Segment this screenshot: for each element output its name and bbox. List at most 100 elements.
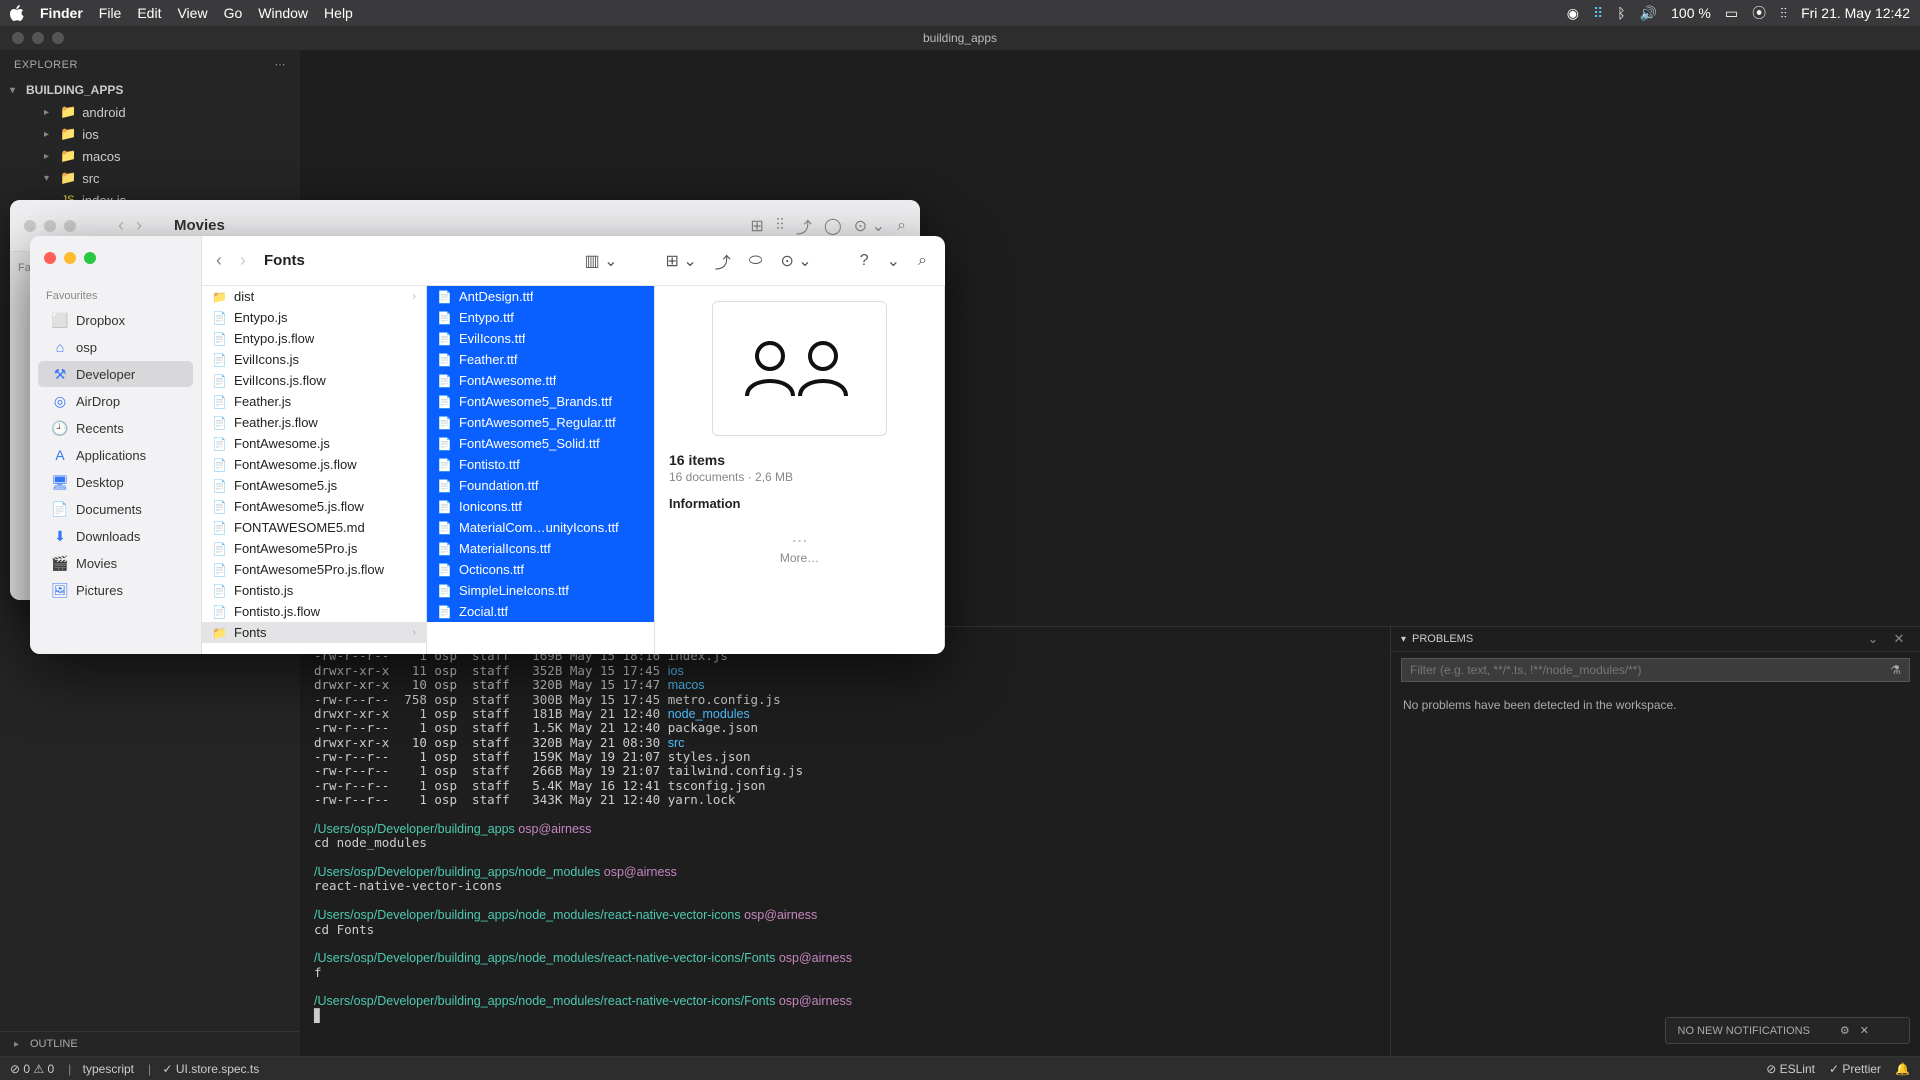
window-traffic-lights[interactable] [12,32,64,44]
menubar-status-icon[interactable]: ⠿ [1593,5,1603,22]
close-button[interactable] [44,252,56,264]
notification-toast[interactable]: NO NEW NOTIFICATIONS ⚙ ✕ [1665,1017,1911,1044]
control-center-icon[interactable]: ⫶⫶ [1780,5,1787,22]
column-folder[interactable]: 📁Fonts› [202,622,426,643]
status-prettier[interactable]: ✓ Prettier [1829,1062,1881,1076]
column-folder[interactable]: 📁dist› [202,286,426,307]
tree-folder[interactable]: ▸📁macos [10,145,300,167]
problems-filter-input[interactable]: Filter (e.g. text, **/*.ts, !**/node_mod… [1410,663,1641,677]
status-test-file[interactable]: | ✓ UI.store.spec.ts [148,1062,259,1076]
column-file[interactable]: 📄EvilIcons.js [202,349,426,370]
column-file-selected[interactable]: 📄AntDesign.ttf [427,286,654,307]
filter-icon[interactable]: ⚗ [1890,663,1901,677]
zoom-button[interactable] [84,252,96,264]
explorer-more-icon[interactable]: ⋯ [275,58,287,71]
sidebar-item-downloads[interactable]: ⬇Downloads [38,523,193,549]
tree-folder[interactable]: ▸📁ios [10,123,300,145]
column-file[interactable]: 📄Entypo.js.flow [202,328,426,349]
column-file[interactable]: 📄EvilIcons.js.flow [202,370,426,391]
view-columns-icon[interactable]: ▥ ⌄ [581,249,622,273]
column-file-selected[interactable]: 📄Octicons.ttf [427,559,654,580]
tree-folder[interactable]: ▸📁android [10,101,300,123]
column-file-selected[interactable]: 📄Ionicons.ttf [427,496,654,517]
menubar-app-name[interactable]: Finder [40,5,83,21]
sidebar-item-applications[interactable]: AApplications [38,442,193,468]
column-file-selected[interactable]: 📄FontAwesome.ttf [427,370,654,391]
dropdown-icon[interactable]: ⌄ [883,249,904,273]
nav-back-icon[interactable]: ‹ [216,250,222,271]
column-file[interactable]: 📄FontAwesome.js [202,433,426,454]
menubar-status-icon[interactable]: ◉ [1567,5,1579,22]
menu-go[interactable]: Go [224,5,243,21]
column-file-selected[interactable]: 📄FontAwesome5_Brands.ttf [427,391,654,412]
panel-collapse-icon[interactable]: ⌄ [1864,631,1882,649]
tag-icon[interactable]: ⬭ [745,250,767,272]
column-file-selected[interactable]: 📄MaterialIcons.ttf [427,538,654,559]
sidebar-item-desktop[interactable]: 🖥Desktop [38,469,193,495]
column-file[interactable]: 📄FontAwesome.js.flow [202,454,426,475]
finder-window-fonts[interactable]: Favourites ⬜Dropbox⌂osp⚒Developer◎AirDro… [30,236,945,654]
menu-file[interactable]: File [99,5,122,21]
volume-icon[interactable]: 🔊 [1640,5,1657,22]
minimize-button[interactable] [64,252,76,264]
search-icon[interactable]: ⌕ [914,250,931,272]
share-icon[interactable]: ⤴ [711,247,735,275]
menu-help[interactable]: Help [324,5,353,21]
column-file-selected[interactable]: 📄Feather.ttf [427,349,654,370]
view-group-icon[interactable]: ⊞ ⌄ [662,249,701,273]
column-file[interactable]: 📄Fontisto.js.flow [202,601,426,622]
column-file[interactable]: 📄Feather.js.flow [202,412,426,433]
column-file-selected[interactable]: 📄Foundation.ttf [427,475,654,496]
status-language[interactable]: | typescript [68,1062,134,1076]
column-file[interactable]: 📄Fontisto.js [202,580,426,601]
sidebar-item-airdrop[interactable]: ◎AirDrop [38,388,193,414]
column-file[interactable]: 📄Feather.js [202,391,426,412]
panel-close-icon[interactable]: ✕ [1890,631,1908,649]
sidebar-item-developer[interactable]: ⚒Developer [38,361,193,387]
menu-view[interactable]: View [177,5,207,21]
status-errors[interactable]: ⊘ 0 ⚠ 0 [10,1062,54,1076]
column-file[interactable]: 📄FontAwesome5Pro.js [202,538,426,559]
nav-forward-icon[interactable]: › [240,250,246,271]
column-file[interactable]: 📄FONTAWESOME5.md [202,517,426,538]
toast-gear-icon[interactable]: ⚙ [1840,1024,1850,1037]
column-file-selected[interactable]: 📄MaterialCom…unityIcons.ttf [427,517,654,538]
status-eslint[interactable]: ⊘ ESLint [1766,1062,1815,1076]
sidebar-item-documents[interactable]: 📄Documents [38,496,193,522]
battery-icon[interactable]: ▭ [1725,5,1738,22]
finder-column-1[interactable]: 📁dist›📄Entypo.js📄Entypo.js.flow📄EvilIcon… [202,286,427,654]
sidebar-item-osp[interactable]: ⌂osp [38,334,193,360]
column-file[interactable]: 📄FontAwesome5.js [202,475,426,496]
column-file-selected[interactable]: 📄FontAwesome5_Solid.ttf [427,433,654,454]
sidebar-item-dropbox[interactable]: ⬜Dropbox [38,307,193,333]
chevron-down-icon[interactable]: ▾ [10,85,20,96]
sidebar-item-pictures[interactable]: 🖼Pictures [38,577,193,603]
menubar-clock[interactable]: Fri 21. May 12:42 [1801,5,1910,21]
problems-header-label[interactable]: PROBLEMS [1412,633,1473,645]
chevron-right-icon[interactable]: ▸ [14,1039,24,1050]
column-file[interactable]: 📄FontAwesome5Pro.js.flow [202,559,426,580]
column-file-selected[interactable]: 📄SimpleLineIcons.ttf [427,580,654,601]
bluetooth-icon[interactable]: ᛒ [1617,5,1625,21]
status-bell-icon[interactable]: 🔔 [1895,1062,1910,1076]
wifi-icon[interactable]: ⦿ [1752,3,1766,23]
column-file-selected[interactable]: 📄Entypo.ttf [427,307,654,328]
outline-label[interactable]: OUTLINE [30,1038,78,1050]
info-icon[interactable]: ? [856,250,873,272]
apple-logo-icon[interactable] [10,5,24,21]
actions-icon[interactable]: ⊙ ⌄ [776,249,815,273]
finder-column-2[interactable]: 📄AntDesign.ttf📄Entypo.ttf📄EvilIcons.ttf📄… [427,286,655,654]
toast-close-icon[interactable]: ✕ [1860,1024,1869,1037]
column-file-selected[interactable]: 📄EvilIcons.ttf [427,328,654,349]
more-ellipsis-icon[interactable]: ⋯ [669,531,930,551]
vscode-terminal[interactable]: -rw-r--r-- 1 osp staff 245B May 16 11:14… [300,627,1390,1056]
column-file[interactable]: 📄FontAwesome5.js.flow [202,496,426,517]
column-file-selected[interactable]: 📄Fontisto.ttf [427,454,654,475]
menu-edit[interactable]: Edit [137,5,161,21]
sidebar-item-recents[interactable]: 🕘Recents [38,415,193,441]
column-file-selected[interactable]: 📄FontAwesome5_Regular.ttf [427,412,654,433]
tree-folder[interactable]: ▾📁src [10,167,300,189]
menu-window[interactable]: Window [258,5,308,21]
preview-more-label[interactable]: More… [669,551,930,565]
column-file[interactable]: 📄Entypo.js [202,307,426,328]
